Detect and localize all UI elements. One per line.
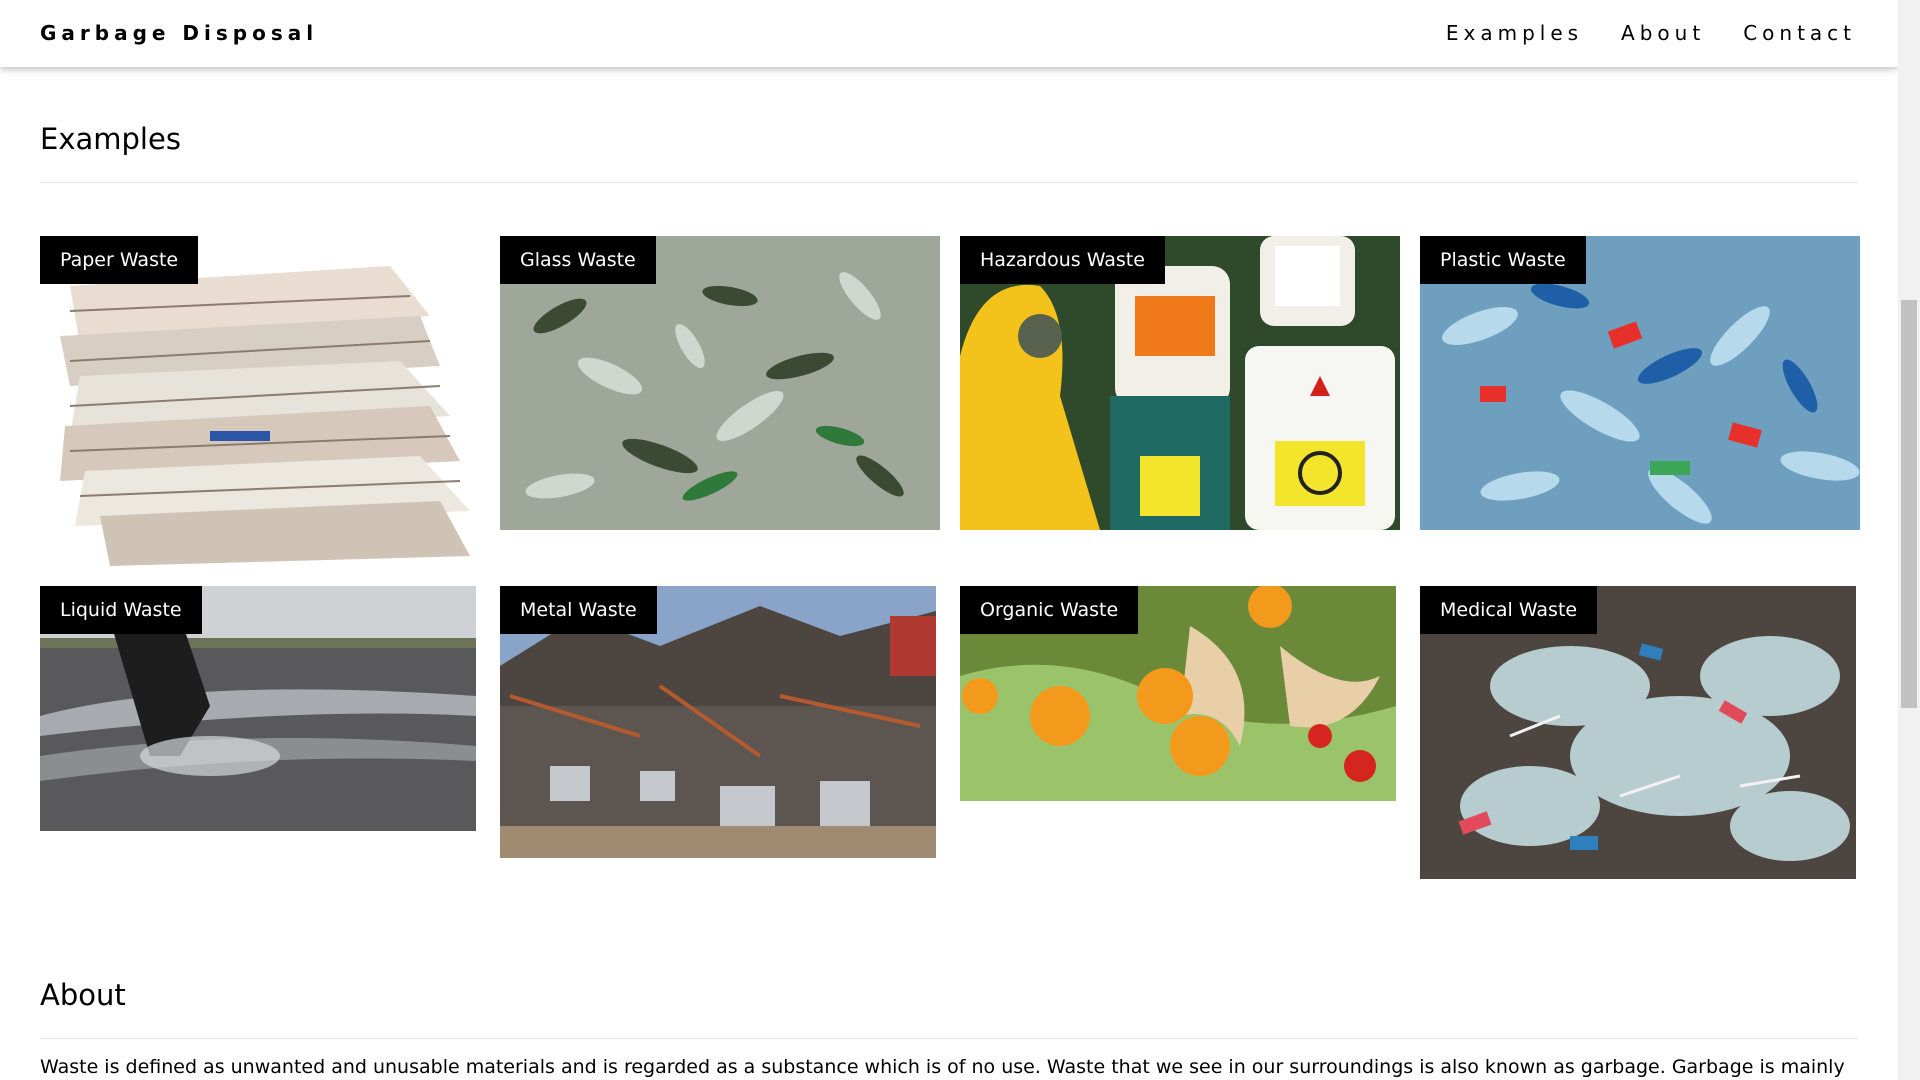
top-navbar: Garbage Disposal Examples About Contact (0, 0, 1898, 67)
about-divider (40, 1038, 1858, 1039)
examples-divider (40, 182, 1858, 183)
paper-waste-image (40, 236, 476, 566)
page-scrollbar[interactable] (1898, 0, 1920, 1080)
card-label: Medical Waste (1420, 586, 1598, 634)
scrollbar-thumb[interactable] (1901, 300, 1917, 708)
card-paper-waste[interactable]: Paper Waste (40, 236, 476, 566)
nav-link-about[interactable]: About (1621, 21, 1705, 45)
card-label: Glass Waste (500, 236, 656, 284)
card-liquid-waste[interactable]: Liquid Waste (40, 586, 476, 831)
card-label: Hazardous Waste (960, 236, 1165, 284)
nav-link-examples[interactable]: Examples (1446, 21, 1583, 45)
card-label: Plastic Waste (1420, 236, 1586, 284)
about-heading: About (40, 978, 126, 1012)
card-label: Paper Waste (40, 236, 199, 284)
examples-heading: Examples (40, 122, 181, 156)
card-label: Organic Waste (960, 586, 1139, 634)
card-label: Liquid Waste (40, 586, 202, 634)
about-paragraph: Waste is defined as unwanted and unusabl… (40, 1056, 1845, 1078)
card-glass-waste[interactable]: Glass Waste (500, 236, 940, 530)
card-organic-waste[interactable]: Organic Waste (960, 586, 1396, 801)
card-metal-waste[interactable]: Metal Waste (500, 586, 936, 858)
card-medical-waste[interactable]: Medical Waste (1420, 586, 1856, 879)
nav-link-contact[interactable]: Contact (1743, 21, 1856, 45)
card-plastic-waste[interactable]: Plastic Waste (1420, 236, 1860, 530)
nav-links: Examples About Contact (1408, 21, 1856, 45)
card-hazardous-waste[interactable]: Hazardous Waste (960, 236, 1400, 530)
brand-logo-text[interactable]: Garbage Disposal (40, 21, 318, 45)
card-label: Metal Waste (500, 586, 657, 634)
